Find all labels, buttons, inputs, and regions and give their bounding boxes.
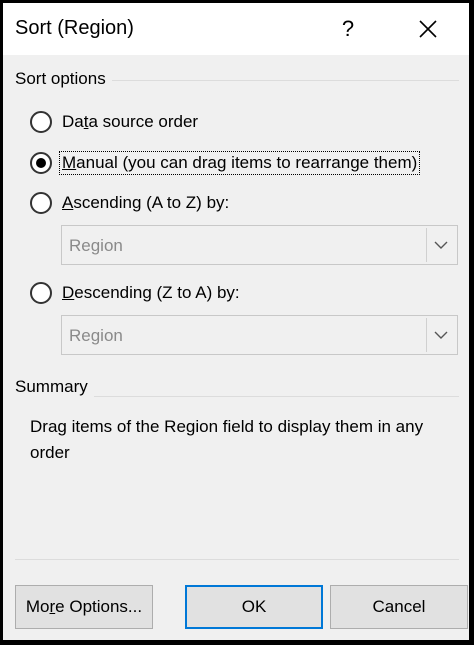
radio-button[interactable] (30, 282, 52, 304)
radio-label-data-source-order: Data source order (62, 112, 199, 131)
radio-button[interactable] (30, 111, 52, 133)
ascending-field-value: Region (69, 236, 123, 255)
summary-heading: Summary (15, 377, 94, 397)
help-button[interactable]: ? (325, 7, 371, 51)
chevron-down-icon (434, 331, 448, 339)
radio-label-descending: Descending (Z to A) by: (62, 283, 240, 302)
close-icon (419, 20, 437, 38)
summary-description: Drag items of the Region field to displa… (30, 417, 424, 462)
chevron-down-icon (434, 241, 448, 249)
radio-button-checked[interactable] (30, 152, 52, 174)
dialog-title: Sort (Region) (15, 17, 134, 39)
close-button[interactable] (405, 7, 451, 51)
radio-data-source-order[interactable]: Data source order (30, 108, 200, 136)
radio-label-manual: Manual (you can drag items to rearrange … (58, 151, 421, 175)
title-bar: Sort (Region) ? (3, 3, 469, 55)
ascending-field-select[interactable]: Region (61, 225, 458, 265)
descending-dropdown-button[interactable] (426, 318, 455, 352)
ascending-dropdown-button[interactable] (426, 228, 455, 262)
more-options-button[interactable]: More Options... (15, 585, 153, 629)
cancel-button[interactable]: Cancel (330, 585, 468, 629)
radio-button[interactable] (30, 192, 52, 214)
sort-options-heading: Sort options (15, 69, 112, 89)
radio-ascending[interactable]: Ascending (A to Z) by: (30, 189, 231, 217)
radio-label-ascending: Ascending (A to Z) by: (62, 193, 230, 212)
footer-divider (15, 559, 459, 560)
descending-field-value: Region (69, 326, 123, 345)
radio-manual[interactable]: Manual (you can drag items to rearrange … (30, 149, 421, 177)
sort-dialog: Sort (Region) ? Sort options Data source… (3, 3, 469, 640)
radio-descending[interactable]: Descending (Z to A) by: (30, 279, 242, 307)
ok-button[interactable]: OK (185, 585, 323, 629)
descending-field-select[interactable]: Region (61, 315, 458, 355)
